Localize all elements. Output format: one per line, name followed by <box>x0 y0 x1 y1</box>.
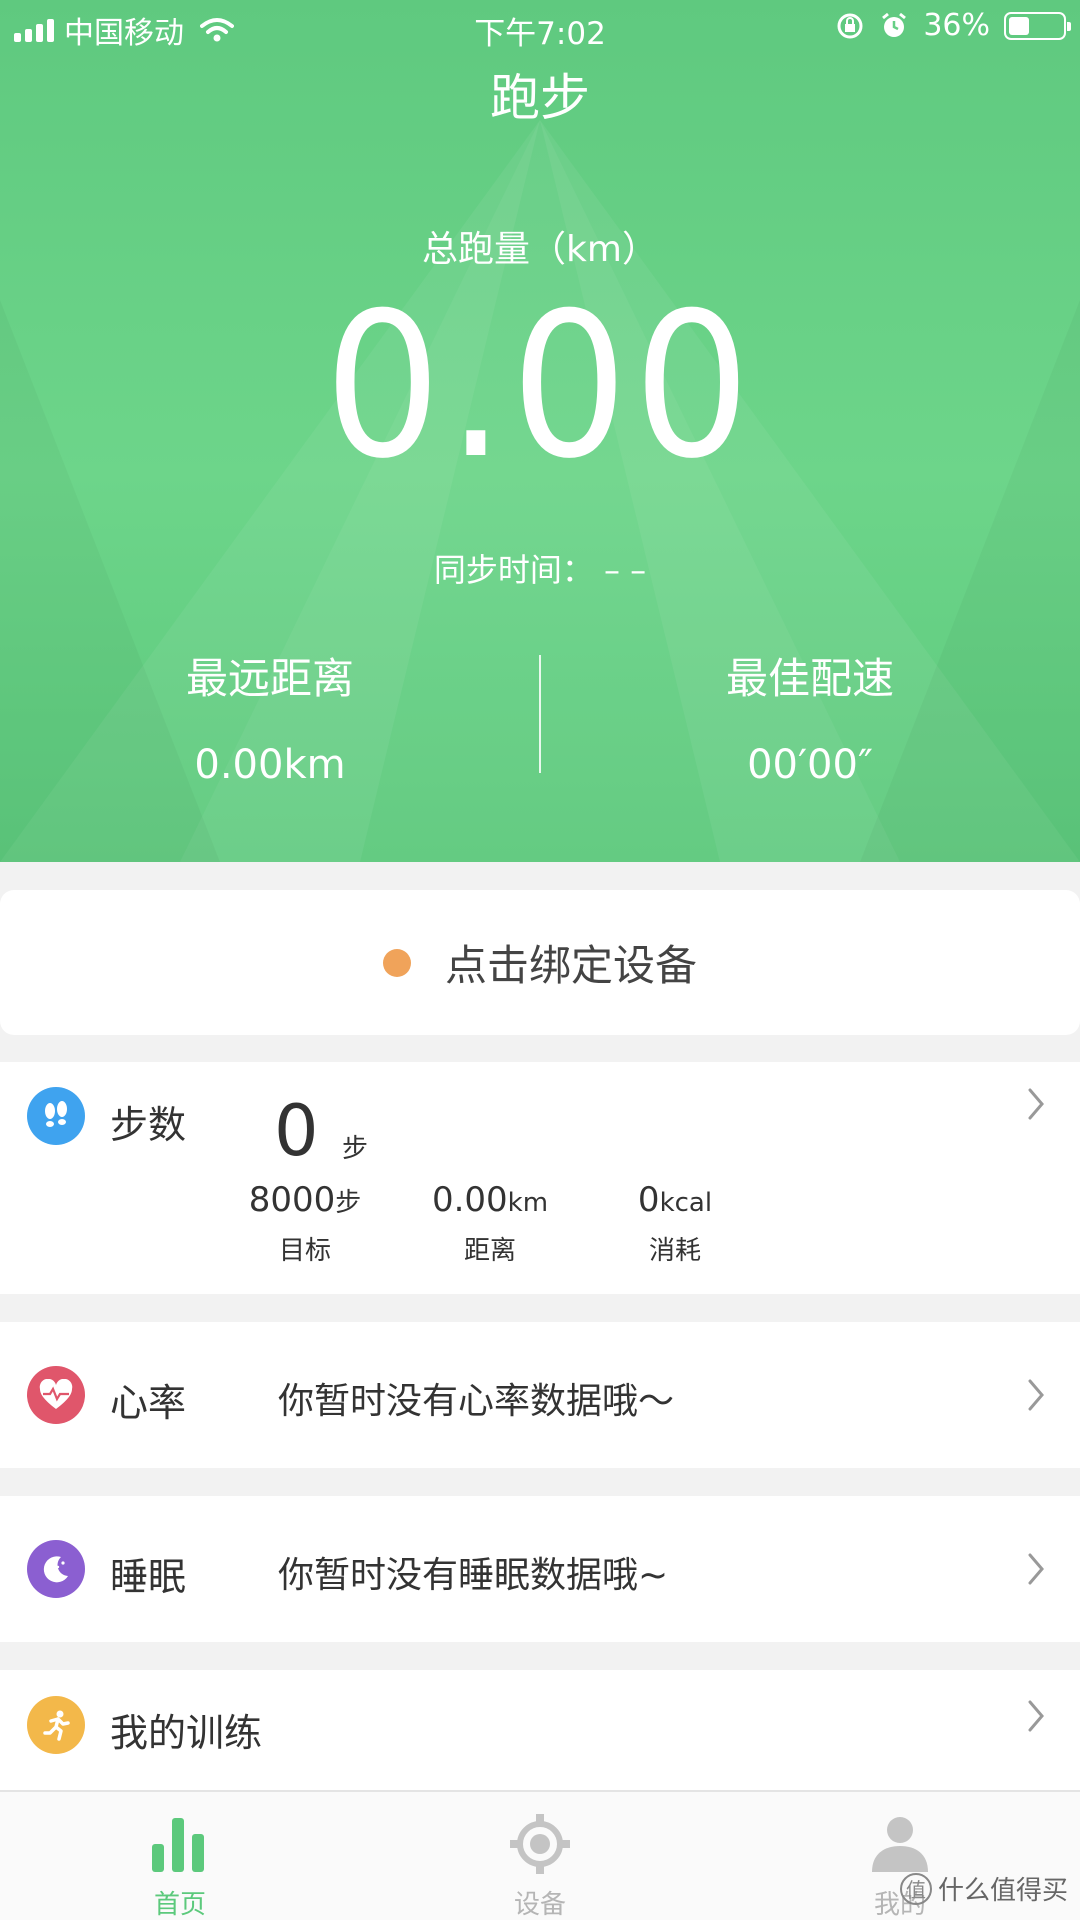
person-icon <box>872 1817 928 1872</box>
steps-card[interactable]: 步数 0 步 8000步 目标 0.00km 距离 0kcal 消耗 <box>0 1062 1080 1294</box>
chevron-right-icon <box>1028 1553 1044 1585</box>
chevron-right-icon <box>1028 1379 1044 1411</box>
page-title: 跑步 <box>490 69 590 127</box>
bind-device-label: 点击绑定设备 <box>444 941 697 990</box>
steps-distance: 0.00km 距离 <box>400 1180 580 1267</box>
sleep-card[interactable]: 睡眠 你暂时没有睡眠数据哦~ <box>0 1496 1080 1642</box>
battery-icon <box>1004 11 1071 40</box>
alarm-icon <box>882 12 907 37</box>
summary-hero: 中国移动 下午7:02 36% 跑步 总跑量（km） 0.00 同步时间： – … <box>0 0 1080 862</box>
footprints-icon <box>27 1087 85 1145</box>
status-dot-icon <box>382 948 411 977</box>
my-training-card[interactable]: 我的训练 <box>0 1670 1080 1790</box>
steps-title: 步数 <box>110 1103 187 1147</box>
chevron-right-icon <box>1028 1088 1044 1120</box>
steps-goal-label: 目标 <box>278 1236 331 1266</box>
heart-rate-empty-message: 你暂时没有心率数据哦～ <box>278 1381 675 1422</box>
total-distance-value: 0.00 <box>324 270 756 503</box>
steps-calorie-label: 消耗 <box>648 1236 701 1266</box>
battery-percent: 36% <box>923 8 990 43</box>
sleep-empty-message: 你暂时没有睡眠数据哦~ <box>278 1555 669 1596</box>
tab-device[interactable]: 设备 <box>360 1792 720 1920</box>
farthest-distance-stat: 最远距离 0.00km <box>0 645 540 788</box>
tab-home-label: 首页 <box>153 1890 206 1920</box>
steps-distance-unit: km <box>507 1188 549 1218</box>
farthest-distance-label: 最远距离 <box>185 654 354 703</box>
steps-calorie-unit: kcal <box>659 1188 713 1218</box>
steps-calorie-value: 0 <box>637 1180 660 1220</box>
best-pace-label: 最佳配速 <box>725 654 894 703</box>
bar-chart-icon <box>152 1818 204 1872</box>
moon-icon <box>27 1540 85 1598</box>
watermark: 值 什么值得买 <box>899 1870 1068 1907</box>
farthest-distance-value: 0.00km <box>194 742 346 788</box>
best-pace-value: 00′00″ <box>747 742 873 788</box>
steps-goal-unit: 步 <box>335 1188 362 1218</box>
rotation-lock-icon <box>837 13 863 38</box>
steps-goal: 8000步 目标 <box>215 1180 395 1267</box>
tab-home[interactable]: 首页 <box>0 1792 360 1920</box>
steps-distance-label: 距离 <box>463 1236 516 1266</box>
chevron-right-icon <box>1028 1700 1044 1732</box>
sync-time-label: 同步时间： <box>433 551 594 589</box>
my-training-title: 我的训练 <box>110 1711 263 1755</box>
steps-count-unit: 步 <box>342 1134 369 1164</box>
sync-time-value: – – <box>604 551 647 589</box>
heartbeat-icon <box>27 1366 85 1424</box>
watermark-badge: 值 <box>899 1872 932 1905</box>
bind-device-button[interactable]: 点击绑定设备 <box>0 890 1080 1035</box>
heart-rate-title: 心率 <box>110 1381 187 1425</box>
steps-count: 0 <box>274 1090 319 1172</box>
heart-rate-card[interactable]: 心率 你暂时没有心率数据哦～ <box>0 1322 1080 1468</box>
sleep-title: 睡眠 <box>110 1555 187 1599</box>
best-pace-stat: 最佳配速 00′00″ <box>540 645 1080 788</box>
tab-device-label: 设备 <box>513 1890 566 1920</box>
steps-calories: 0kcal 消耗 <box>585 1180 765 1267</box>
watch-icon <box>510 1814 570 1874</box>
watermark-text: 什么值得买 <box>937 1876 1068 1906</box>
status-bar: 中国移动 下午7:02 36% <box>0 0 1080 54</box>
steps-distance-value: 0.00 <box>431 1180 508 1220</box>
runner-icon <box>27 1696 85 1754</box>
total-distance-label: 总跑量（km） <box>422 229 658 270</box>
sync-time: 同步时间： – – <box>0 545 1080 591</box>
steps-goal-value: 8000 <box>248 1180 336 1220</box>
